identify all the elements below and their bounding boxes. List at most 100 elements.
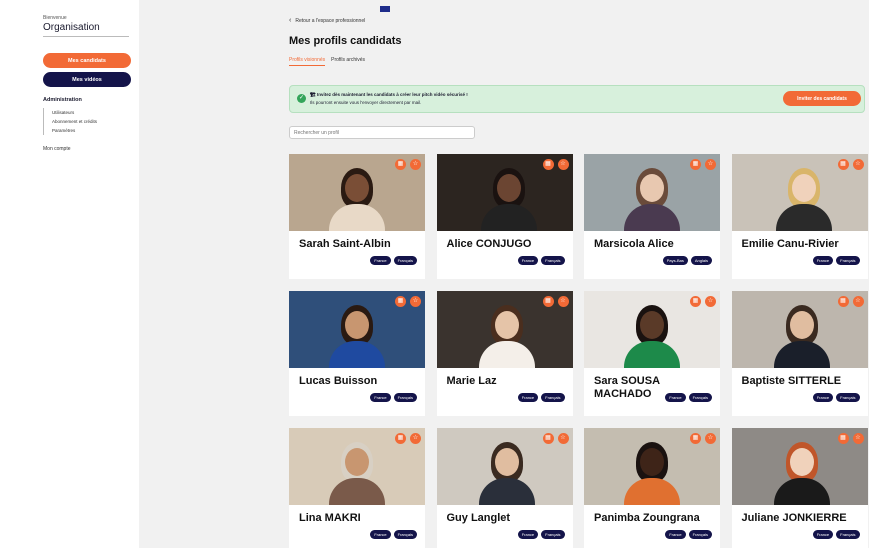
- tab-archived-profiles[interactable]: Profils archivés: [331, 57, 365, 66]
- candidate-card[interactable]: ▦ ☆ Lucas Buisson France Français: [289, 291, 425, 416]
- person-face: [345, 174, 369, 202]
- page-title: Mes profils candidats: [289, 35, 402, 47]
- star-icon[interactable]: ☆: [705, 296, 716, 307]
- back-link[interactable]: ‹ Retour a l'espace professionnel: [289, 17, 365, 24]
- candidate-badges: Pays-Bas Anglais: [662, 256, 712, 265]
- divider: [43, 36, 129, 37]
- candidate-name: Panimba Zoungrana: [594, 512, 700, 524]
- person-face: [345, 311, 369, 339]
- language-badge: Pays-Bas: [662, 256, 688, 265]
- candidate-card[interactable]: ▦ ☆ Lina MAKRI France Français: [289, 428, 425, 553]
- calendar-icon[interactable]: ▦: [395, 433, 406, 444]
- candidate-card[interactable]: ▦ ☆ Emilie Canu-Rivier France Français: [731, 154, 868, 279]
- card-actions: ▦ ☆: [542, 296, 569, 307]
- invite-banner: ✓ 🏗 Invitez dès maintenant les candidats…: [289, 85, 865, 113]
- banner-line-1: 🏗 Invitez dès maintenant les candidats à…: [310, 92, 468, 97]
- language-badge: France: [517, 393, 539, 402]
- candidate-card[interactable]: ▦ ☆ Marsicola Alice Pays-Bas Anglais: [584, 154, 720, 279]
- candidate-card[interactable]: ▦ ☆ Alice CONJUGO France Français: [436, 154, 573, 279]
- candidate-card[interactable]: ▦ ☆ Baptiste SITTERLE France Français: [731, 291, 868, 416]
- language-badge: France: [812, 256, 834, 265]
- candidate-card[interactable]: ▦ ☆ Marie Laz France Français: [436, 291, 573, 416]
- sidebar-item-settings[interactable]: Paramètres: [52, 126, 97, 135]
- my-candidates-button[interactable]: Mes candidats: [43, 53, 131, 68]
- calendar-icon[interactable]: ▦: [542, 296, 554, 307]
- card-actions: ▦ ☆: [395, 433, 421, 444]
- candidate-badges: France Français: [517, 256, 565, 265]
- candidate-name: Guy Langlet: [446, 512, 511, 524]
- candidate-badges: France Français: [812, 530, 860, 539]
- candidate-name: Emilie Canu-Rivier: [741, 238, 839, 250]
- candidate-badges: France Français: [812, 256, 860, 265]
- language-badge: France: [812, 530, 834, 539]
- sidebar-item-users[interactable]: Utilisateurs: [52, 108, 97, 117]
- star-icon[interactable]: ☆: [557, 433, 569, 444]
- card-actions: ▦ ☆: [837, 296, 864, 307]
- person-face: [496, 174, 521, 202]
- language-badge: Français: [541, 530, 565, 539]
- candidate-name: Sarah Saint-Albin: [299, 238, 391, 250]
- language-badge: Français: [393, 393, 417, 402]
- candidate-badges: France Français: [665, 530, 712, 539]
- star-icon[interactable]: ☆: [705, 159, 716, 170]
- language-badge: France: [370, 530, 391, 539]
- language-badge: Français: [541, 393, 565, 402]
- language-badge: France: [517, 530, 539, 539]
- star-icon[interactable]: ☆: [705, 433, 716, 444]
- calendar-icon[interactable]: ▦: [542, 433, 554, 444]
- candidate-name: Juliane JONKIERRE: [741, 512, 847, 524]
- calendar-icon[interactable]: ▦: [837, 296, 849, 307]
- candidate-card[interactable]: ▦ ☆ Panimba Zoungrana France Français: [584, 428, 720, 553]
- calendar-icon[interactable]: ▦: [395, 159, 406, 170]
- person-face: [791, 174, 816, 202]
- star-icon[interactable]: ☆: [852, 296, 864, 307]
- sidebar-item-subscription[interactable]: Abonnement et crédits: [52, 117, 97, 126]
- card-actions: ▦ ☆: [395, 159, 421, 170]
- calendar-icon[interactable]: ▦: [837, 433, 849, 444]
- administration-heading: Administration: [43, 97, 82, 103]
- star-icon[interactable]: ☆: [410, 159, 421, 170]
- sidebar-item-account[interactable]: Mon compte: [43, 146, 71, 152]
- language-badge: Français: [541, 256, 565, 265]
- search-input[interactable]: [289, 126, 475, 139]
- candidate-badges: France Français: [370, 393, 417, 402]
- candidate-name: Baptiste SITTERLE: [741, 375, 842, 387]
- star-icon[interactable]: ☆: [557, 296, 569, 307]
- star-icon[interactable]: ☆: [557, 159, 569, 170]
- candidate-card[interactable]: ▦ ☆ Sarah Saint-Albin France Français: [289, 154, 425, 279]
- candidate-badges: France Français: [370, 256, 417, 265]
- candidate-card[interactable]: ▦ ☆ Sara SOUSA MACHADO France Français: [584, 291, 720, 416]
- language-badge: France: [665, 530, 686, 539]
- person-face: [789, 448, 814, 476]
- language-badge: France: [370, 393, 391, 402]
- invite-candidates-button[interactable]: Inviter des candidats: [783, 91, 861, 106]
- tab-viewed-profiles[interactable]: Profils visionnés: [289, 57, 326, 66]
- star-icon[interactable]: ☆: [852, 433, 864, 444]
- person-face: [494, 311, 519, 339]
- candidate-card[interactable]: ▦ ☆ Guy Langlet France Français: [436, 428, 573, 553]
- candidate-badges: France Français: [370, 530, 417, 539]
- calendar-icon[interactable]: ▦: [837, 159, 849, 170]
- card-actions: ▦ ☆: [837, 159, 864, 170]
- language-badge: Français: [836, 393, 860, 402]
- language-badge: France: [370, 256, 391, 265]
- calendar-icon[interactable]: ▦: [542, 159, 554, 170]
- card-actions: ▦ ☆: [395, 296, 421, 307]
- language-badge: Français: [836, 530, 860, 539]
- my-videos-button[interactable]: Mes vidéos: [43, 72, 131, 87]
- card-actions: ▦ ☆: [542, 433, 569, 444]
- star-icon[interactable]: ☆: [410, 433, 421, 444]
- calendar-icon[interactable]: ▦: [395, 296, 406, 307]
- calendar-icon[interactable]: ▦: [690, 296, 701, 307]
- tabs: Profils visionnés Profils archivés: [289, 57, 365, 66]
- candidate-name: Alice CONJUGO: [446, 238, 532, 250]
- chevron-left-icon: ‹: [289, 17, 292, 24]
- candidate-name: Marsicola Alice: [594, 238, 674, 250]
- language-badge: Français: [393, 530, 417, 539]
- calendar-icon[interactable]: ▦: [690, 159, 701, 170]
- star-icon[interactable]: ☆: [410, 296, 421, 307]
- welcome-text: Bienvenue: [43, 15, 67, 21]
- star-icon[interactable]: ☆: [852, 159, 864, 170]
- calendar-icon[interactable]: ▦: [690, 433, 701, 444]
- candidate-card[interactable]: ▦ ☆ Juliane JONKIERRE France Français: [731, 428, 868, 553]
